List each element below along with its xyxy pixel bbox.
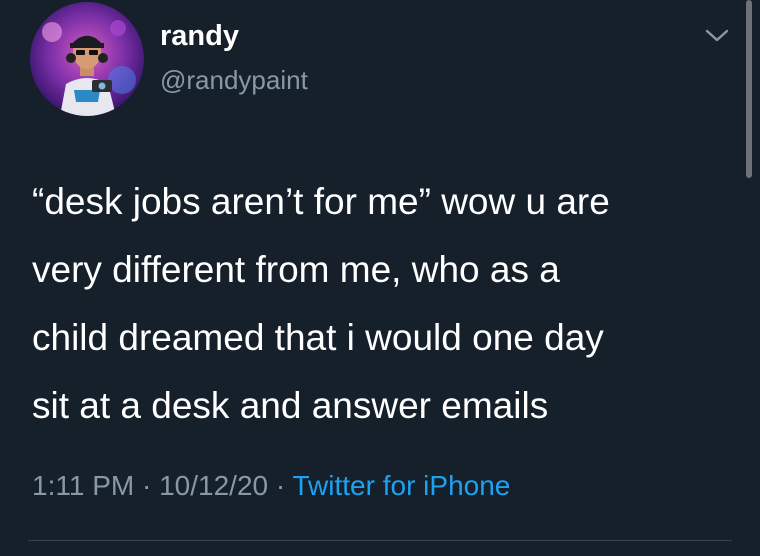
tweet-line: very different from me, who as a (32, 249, 560, 290)
chevron-down-icon[interactable] (702, 26, 732, 46)
display-name[interactable]: randy (160, 22, 239, 51)
tweet-text: “desk jobs aren’t for me” wow u are very… (32, 168, 732, 440)
avatar-photo (30, 2, 144, 116)
tweet-card: randy @randypaint “desk jobs aren’t for … (0, 0, 760, 556)
user-handle[interactable]: @randypaint (160, 67, 308, 93)
tweet-time[interactable]: 1:11 PM (32, 470, 134, 501)
tweet-line: sit at a desk and answer emails (32, 385, 549, 426)
separator: · (141, 470, 152, 501)
scrollbar[interactable] (746, 0, 752, 178)
tweet-line: child dreamed that i would one day (32, 317, 604, 358)
avatar[interactable] (30, 2, 144, 116)
separator: · (275, 470, 286, 501)
divider (28, 540, 732, 541)
tweet-line: “desk jobs aren’t for me” wow u are (32, 181, 610, 222)
tweet-source-link[interactable]: Twitter for iPhone (292, 470, 510, 501)
tweet-meta: 1:11 PM · 10/12/20 · Twitter for iPhone (32, 472, 510, 500)
tweet-date[interactable]: 10/12/20 (159, 470, 268, 501)
